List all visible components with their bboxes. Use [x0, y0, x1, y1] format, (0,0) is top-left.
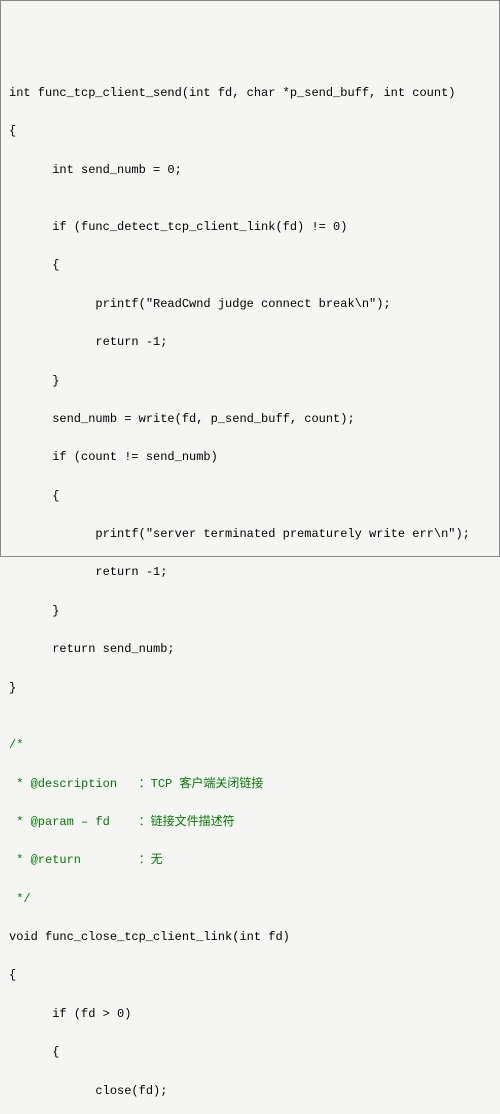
code-line-6: { [9, 256, 491, 275]
code-line-14: return -1; [9, 563, 491, 582]
code-line-5: if (func_detect_tcp_client_link(fd) != 0… [9, 218, 491, 237]
code-line-8: return -1; [9, 333, 491, 352]
code-line-24: void func_close_tcp_client_link(int fd) [9, 928, 491, 947]
code-line-22: * @return ：无 [9, 851, 491, 870]
code-line-19: /* [9, 736, 491, 755]
code-line-23: */ [9, 890, 491, 909]
code-line-17: } [9, 679, 491, 698]
code-line-13: printf("server terminated prematurely wr… [9, 525, 491, 544]
code-line-20: * @description ：TCP 客户端关闭链接 [9, 775, 491, 794]
code-line-21: * @param – fd ：链接文件描述符 [9, 813, 491, 832]
code-line-16: return send_numb; [9, 640, 491, 659]
code-line-9: } [9, 372, 491, 391]
code-line-2: { [9, 122, 491, 141]
code-line-1: int func_tcp_client_send(int fd, char *p… [9, 84, 491, 103]
code-line-15: } [9, 602, 491, 621]
code-line-11: if (count != send_numb) [9, 448, 491, 467]
code-line-27: { [9, 1043, 491, 1062]
code-line-28: close(fd); [9, 1082, 491, 1101]
code-line-12: { [9, 487, 491, 506]
code-line-25: { [9, 966, 491, 985]
code-line-26: if (fd > 0) [9, 1005, 491, 1024]
code-line-10: send_numb = write(fd, p_send_buff, count… [9, 410, 491, 429]
code-line-3: int send_numb = 0; [9, 161, 491, 180]
code-line-7: printf("ReadCwnd judge connect break\n")… [9, 295, 491, 314]
